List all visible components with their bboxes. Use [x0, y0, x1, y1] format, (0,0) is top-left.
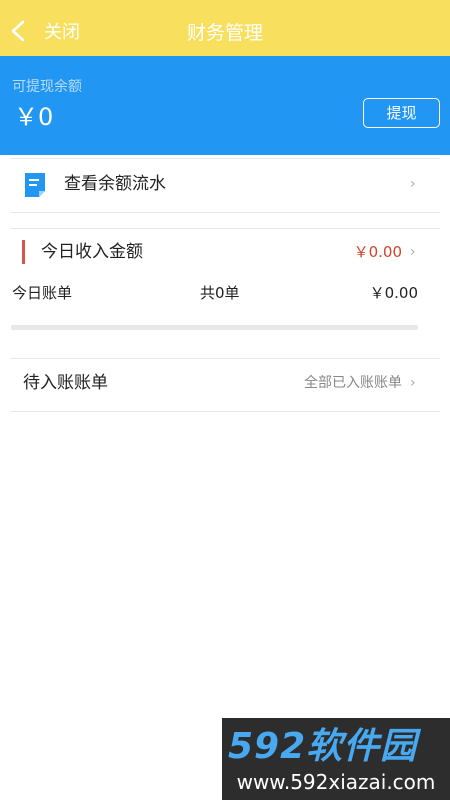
watermark-url: www.592xiazai.com	[236, 770, 436, 794]
today-income-label[interactable]: 今日收入金额	[41, 240, 143, 264]
pending-bills-status: 全部已入账账单	[304, 375, 402, 391]
chevron-right-icon: ›	[410, 375, 416, 391]
chevron-right-icon: ›	[410, 244, 416, 260]
today-income-amount: ￥0.00	[353, 243, 402, 261]
chevron-right-icon: ›	[410, 176, 416, 192]
today-bill-amount: ￥0.00	[369, 284, 418, 302]
pending-bills-label[interactable]: 待入账账单	[23, 371, 108, 395]
balance-label: 可提现余额	[12, 79, 82, 95]
watermark-brand: 592软件园	[228, 726, 418, 767]
top-bar: 关闭 财务管理	[0, 0, 450, 56]
today-bill-count: 共0单	[200, 284, 240, 302]
balance-flow-label[interactable]: 查看余额流水	[64, 172, 166, 196]
divider	[11, 212, 440, 213]
watermark-logo: 592软件园 www.592xiazai.com	[222, 718, 450, 800]
page-title: 财务管理	[186, 22, 263, 44]
section-accent-bar	[22, 240, 25, 264]
balance-amount: ￥0	[14, 103, 54, 131]
divider	[11, 411, 440, 412]
balance-panel: 可提现余额 ￥0 提现	[0, 56, 450, 155]
progress-track	[11, 325, 418, 330]
today-bill-label: 今日账单	[12, 284, 73, 302]
withdraw-button[interactable]: 提现	[363, 98, 440, 128]
document-icon	[25, 173, 45, 197]
divider	[11, 228, 440, 229]
